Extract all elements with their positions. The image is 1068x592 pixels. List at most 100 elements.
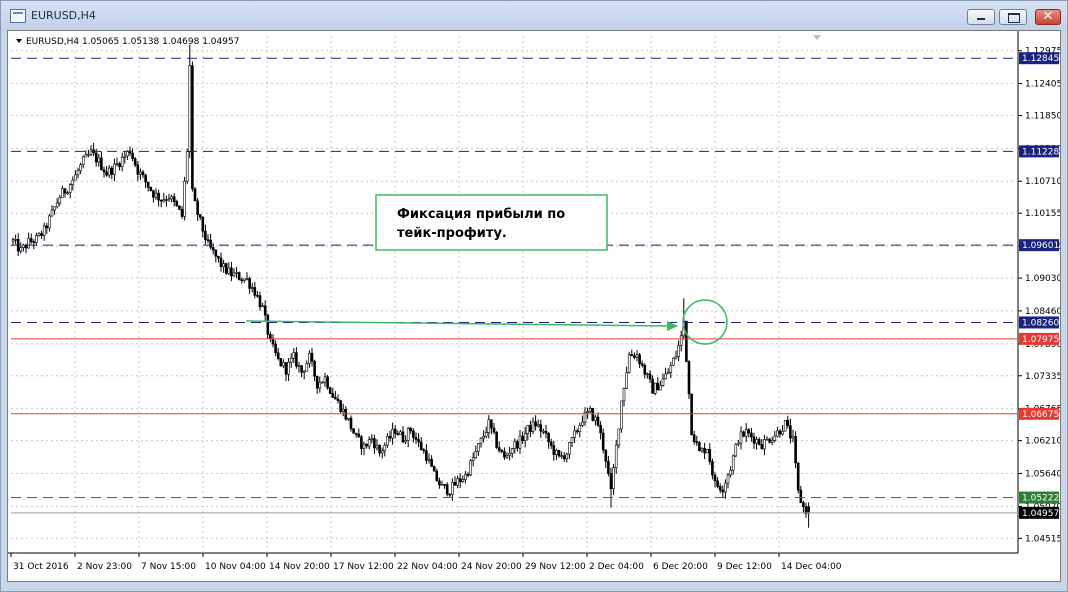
candle-body [744, 429, 748, 437]
x-tick-label: 14 Nov 20:00 [269, 562, 330, 572]
candle-body [45, 225, 49, 229]
x-tick-label: 17 Nov 12:00 [333, 562, 394, 572]
candle-body [661, 378, 665, 386]
candle-body [521, 435, 524, 442]
candle-body [133, 158, 137, 166]
y-tick-label: 1.10155 [1025, 209, 1060, 219]
candle-body [419, 441, 423, 451]
candle-body [87, 154, 90, 156]
candle-body [718, 486, 722, 491]
x-tick-label: 31 Oct 2016 [13, 562, 69, 572]
close-button[interactable]: ✕ [1035, 9, 1061, 25]
candle-body [396, 433, 400, 435]
candle-body [79, 164, 82, 171]
candle-body [796, 462, 800, 491]
candle-body [276, 352, 280, 359]
candle-body [188, 65, 192, 153]
candle-body [378, 444, 381, 454]
candle-body [354, 432, 358, 435]
candle-body [263, 305, 267, 316]
level-price-label: 1.12845 [1022, 54, 1059, 64]
x-tick-label: 14 Dec 04:00 [781, 562, 842, 572]
candle-body [552, 445, 556, 455]
candle-body [240, 279, 244, 282]
candle-body [68, 184, 72, 194]
candle-body [74, 174, 77, 181]
candle-body [391, 428, 394, 439]
candle-body [503, 451, 506, 458]
candle-body [370, 438, 374, 440]
candle-body [81, 156, 85, 166]
candle-body [341, 409, 345, 412]
candle-body [495, 431, 498, 448]
candle-body [627, 354, 631, 373]
candle-body [630, 354, 634, 357]
candle-body [783, 419, 787, 432]
candle-body [383, 444, 387, 452]
candle-body [422, 449, 426, 452]
candle-body [458, 478, 462, 482]
current-price-label: 1.04957 [1022, 509, 1059, 519]
title-bar[interactable]: EURUSD,H4 ✕ [1, 1, 1067, 31]
candle-body [685, 320, 688, 362]
candle-body [349, 417, 353, 430]
price-chart[interactable]: 1.129751.124051.118501.112801.107101.101… [8, 31, 1060, 581]
candle-body [310, 352, 314, 362]
maximize-icon [1008, 13, 1020, 23]
close-icon: ✕ [1042, 9, 1054, 24]
y-tick-label: 1.09030 [1025, 274, 1060, 284]
candle-body [287, 361, 290, 375]
y-tick-label: 1.08460 [1025, 307, 1060, 317]
candle-body [323, 376, 327, 383]
candle-body [258, 295, 262, 308]
candle-body [523, 433, 527, 442]
candle-body [32, 241, 36, 244]
candle-body [471, 457, 475, 461]
candle-body [367, 439, 371, 447]
candle-body [414, 437, 418, 440]
candle-body [596, 416, 600, 426]
candle-body [393, 428, 397, 434]
candle-body [185, 151, 189, 182]
candle-body [318, 382, 322, 389]
candle-body [204, 230, 207, 240]
candle-body [386, 436, 389, 446]
y-tick-label: 1.10710 [1025, 177, 1060, 187]
candle-body [737, 442, 740, 445]
candle-body [575, 430, 579, 433]
candle-body [510, 448, 514, 454]
candle-body [581, 421, 584, 426]
candle-body [461, 479, 465, 482]
candle-body [191, 65, 194, 190]
candle-body [162, 199, 166, 202]
candle-body [464, 474, 467, 480]
candle-body [159, 199, 163, 202]
candle-body [399, 431, 402, 435]
candle-body [726, 474, 730, 484]
maximize-button[interactable] [999, 9, 1027, 25]
candle-body [89, 149, 93, 155]
candle-body [315, 375, 319, 389]
candle-body [97, 157, 101, 163]
candle-body [739, 431, 743, 444]
candle-body [703, 448, 706, 454]
chart-area[interactable]: 1.129751.124051.118501.112801.107101.101… [7, 30, 1061, 582]
candle-body [484, 432, 488, 437]
candle-body [152, 190, 155, 198]
candle-body [102, 169, 106, 173]
minimize-button[interactable] [967, 9, 995, 25]
candle-body [674, 356, 678, 359]
candle-body [217, 255, 220, 259]
candle-body [331, 393, 335, 398]
candle-body [35, 235, 38, 244]
candle-body [614, 444, 618, 468]
x-tick-label: 10 Nov 04:00 [205, 562, 266, 572]
candle-body [601, 432, 605, 451]
candle-body [110, 167, 114, 175]
candle-body [690, 393, 693, 436]
candle-body [620, 400, 623, 430]
candle-body [505, 454, 509, 458]
candle-body [300, 365, 303, 373]
candle-body [656, 382, 660, 391]
candle-body [63, 188, 67, 194]
